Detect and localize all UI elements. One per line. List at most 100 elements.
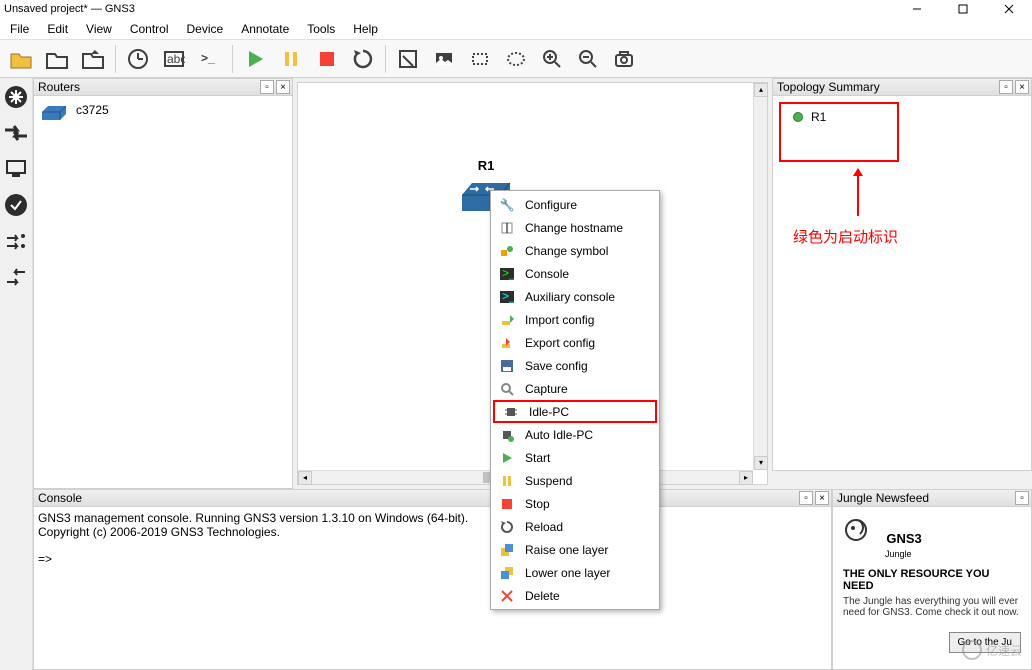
console-output[interactable]: GNS3 management console. Running GNS3 ve… [33, 507, 832, 670]
reload-all-button[interactable] [346, 43, 380, 75]
status-running-icon [793, 112, 803, 122]
import-icon [499, 312, 515, 328]
save-button[interactable] [76, 43, 110, 75]
menu-help[interactable]: Help [345, 20, 386, 38]
svg-text:abc: abc [167, 52, 185, 66]
console-panel-header[interactable]: Console ▫ × [33, 489, 832, 507]
ctx-reload[interactable]: Reload [491, 515, 659, 538]
console-line: GNS3 management console. Running GNS3 ve… [38, 511, 827, 525]
ctx-idle-pc[interactable]: Idle-PC [493, 400, 657, 423]
menubar: File Edit View Control Device Annotate T… [0, 18, 1032, 40]
pause-all-button[interactable] [274, 43, 308, 75]
gns3-jungle-logo: GNS3 Jungle [843, 517, 1021, 560]
maximize-button[interactable] [940, 0, 986, 18]
ctx-start[interactable]: Start [491, 446, 659, 469]
ctx-configure[interactable]: 🔧Configure [491, 193, 659, 216]
new-project-button[interactable] [4, 43, 38, 75]
wrench-icon: 🔧 [499, 197, 515, 213]
ctx-raise-layer[interactable]: Raise one layer [491, 538, 659, 561]
annotation-text: 绿色为启动标识 [793, 226, 898, 247]
screenshot-button[interactable] [607, 43, 641, 75]
topology-item[interactable]: R1 [785, 108, 893, 126]
menu-annotate[interactable]: Annotate [233, 20, 297, 38]
topology-item-name: R1 [811, 110, 826, 124]
security-devices-button[interactable] [1, 190, 31, 220]
menu-edit[interactable]: Edit [39, 20, 76, 38]
clock-button[interactable] [121, 43, 155, 75]
export-icon [499, 335, 515, 351]
chip-icon [503, 404, 519, 420]
pause-icon [499, 473, 515, 489]
routers-button[interactable] [1, 82, 31, 112]
stop-all-button[interactable] [310, 43, 344, 75]
ctx-import-config[interactable]: Import config [491, 308, 659, 331]
svg-text:>_: >_ [201, 51, 215, 65]
ctx-aux-console[interactable]: >_Auxiliary console [491, 285, 659, 308]
float-icon[interactable]: ▫ [260, 80, 274, 94]
device-toolbar [0, 78, 33, 670]
canvas-vertical-scrollbar[interactable]: ▴ ▾ [753, 83, 767, 470]
ellipse-button[interactable] [499, 43, 533, 75]
router-name: c3725 [76, 103, 109, 117]
close-icon[interactable]: × [815, 491, 829, 505]
topology-summary-panel: Topology Summary ▫ × R1 [772, 78, 1032, 471]
reload-icon [499, 519, 515, 535]
ctx-stop[interactable]: Stop [491, 492, 659, 515]
zoom-out-button[interactable] [571, 43, 605, 75]
routers-panel: Routers ▫ × c3725 [33, 78, 293, 489]
topology-panel-header[interactable]: Topology Summary ▫ × [772, 78, 1032, 96]
window-titlebar: Unsaved project* — GNS3 [0, 0, 1032, 18]
terminal-icon: >_ [499, 266, 515, 282]
ctx-change-hostname[interactable]: Change hostname [491, 216, 659, 239]
console-all-button[interactable]: >_ [193, 43, 227, 75]
router-template-item[interactable]: c3725 [34, 96, 292, 124]
rectangle-button[interactable] [463, 43, 497, 75]
menu-device[interactable]: Device [179, 20, 232, 38]
menu-control[interactable]: Control [122, 20, 177, 38]
svg-text:>_: >_ [502, 268, 514, 280]
menu-view[interactable]: View [78, 20, 120, 38]
float-icon[interactable]: ▫ [799, 491, 813, 505]
float-icon[interactable]: ▫ [999, 80, 1013, 94]
ctx-console[interactable]: >_Console [491, 262, 659, 285]
ctx-auto-idle-pc[interactable]: Auto Idle-PC [491, 423, 659, 446]
console-prompt: => [38, 552, 827, 566]
close-icon[interactable]: × [276, 80, 290, 94]
switches-button[interactable] [1, 118, 31, 148]
layer-up-icon [499, 542, 515, 558]
cloud-icon [962, 640, 982, 660]
open-project-button[interactable] [40, 43, 74, 75]
end-devices-button[interactable] [1, 154, 31, 184]
close-icon[interactable]: × [1015, 80, 1029, 94]
window-title: Unsaved project* — GNS3 [4, 3, 135, 15]
start-all-button[interactable] [238, 43, 272, 75]
menu-tools[interactable]: Tools [299, 20, 343, 38]
ctx-export-config[interactable]: Export config [491, 331, 659, 354]
menu-file[interactable]: File [2, 20, 37, 38]
terminal-aux-icon: >_ [499, 289, 515, 305]
routers-panel-header[interactable]: Routers ▫ × [33, 78, 293, 96]
ctx-capture[interactable]: Capture [491, 377, 659, 400]
note-button[interactable] [391, 43, 425, 75]
delete-icon [499, 588, 515, 604]
watermark: 亿速云 [962, 640, 1022, 660]
routers-panel-title: Routers [38, 80, 80, 94]
add-link-button[interactable] [1, 262, 31, 292]
image-button[interactable] [427, 43, 461, 75]
zoom-in-button[interactable] [535, 43, 569, 75]
float-icon[interactable]: ▫ [1015, 491, 1029, 505]
ctx-change-symbol[interactable]: Change symbol [491, 239, 659, 262]
abc-button[interactable]: abc [157, 43, 191, 75]
ctx-suspend[interactable]: Suspend [491, 469, 659, 492]
minimize-button[interactable] [894, 0, 940, 18]
ctx-lower-layer[interactable]: Lower one layer [491, 561, 659, 584]
ctx-delete[interactable]: Delete [491, 584, 659, 607]
layer-down-icon [499, 565, 515, 581]
jungle-panel-header[interactable]: Jungle Newsfeed ▫ [832, 489, 1032, 507]
chip-auto-icon [499, 427, 515, 443]
all-devices-button[interactable] [1, 226, 31, 256]
close-button[interactable] [986, 0, 1032, 18]
ctx-save-config[interactable]: Save config [491, 354, 659, 377]
play-icon [499, 450, 515, 466]
jungle-body-text: The Jungle has everything you will ever … [843, 596, 1021, 618]
